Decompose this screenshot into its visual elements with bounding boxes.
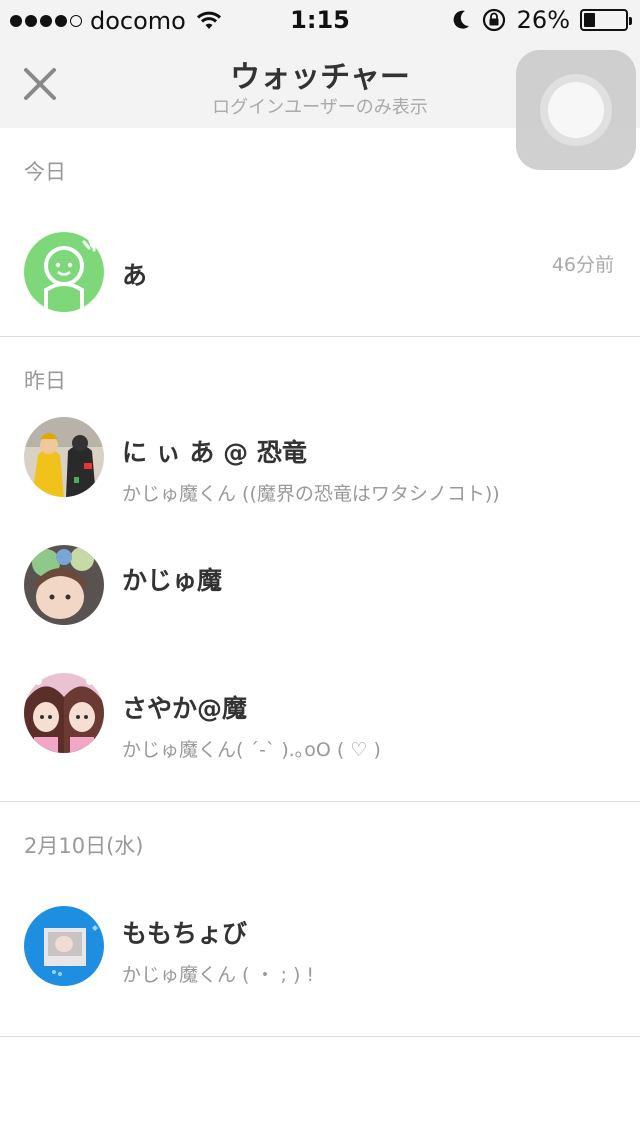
avatar[interactable] <box>24 545 104 625</box>
timestamp: 46分前 <box>551 254 614 276</box>
user-name: あ <box>122 261 148 290</box>
avatar[interactable] <box>24 232 104 312</box>
status-bar: docomo 1:15 26% <box>0 0 640 40</box>
list-item[interactable]: に ぃ あ @ 恐竜 かじゅ魔くん ((魔界の恐竜はワタシノコト)) <box>0 417 640 545</box>
assistive-touch-button[interactable] <box>516 50 636 170</box>
moon-icon <box>453 10 469 29</box>
divider <box>0 1036 640 1037</box>
user-comment: かじゅ魔くん ( ・ ; ) ! <box>122 964 315 986</box>
battery-icon <box>580 9 632 31</box>
section-header-yesterday: 昨日 <box>24 369 66 393</box>
user-photo-icon <box>24 906 104 986</box>
list-item[interactable]: あ 46分前 <box>0 208 640 336</box>
user-comment: かじゅ魔くん ((魔界の恐竜はワタシノコト)) <box>122 483 500 505</box>
watcher-list: 今日 あ 46分前 昨日 に ぃ あ @ 恐竜 かじゅ魔くん ((魔界の恐竜はワ… <box>0 128 640 1037</box>
user-photo-icon <box>24 673 104 753</box>
battery-percent: 26% <box>516 6 570 34</box>
user-name: に ぃ あ @ 恐竜 <box>122 438 307 467</box>
list-item[interactable]: ももちょび かじゅ魔くん ( ・ ; ) ! <box>0 882 640 1010</box>
user-comment: かじゅ魔くん( ´-` ).｡oO ( ♡ ) <box>122 739 381 761</box>
default-avatar-icon <box>24 232 104 312</box>
user-name: さやか@魔 <box>122 694 248 723</box>
rotation-lock-icon <box>482 8 505 32</box>
avatar[interactable] <box>24 417 104 497</box>
avatar[interactable] <box>24 673 104 753</box>
user-photo-icon <box>24 545 104 625</box>
avatar[interactable] <box>24 906 104 986</box>
user-name: かじゅ魔 <box>122 566 223 595</box>
list-item[interactable]: さやか@魔 かじゅ魔くん( ´-` ).｡oO ( ♡ ) <box>0 673 640 801</box>
section-header-date: 2月10日(水) <box>24 834 144 858</box>
user-photo-icon <box>24 417 104 497</box>
list-item[interactable]: かじゅ魔 <box>0 545 640 673</box>
user-name: ももちょび <box>122 919 248 948</box>
